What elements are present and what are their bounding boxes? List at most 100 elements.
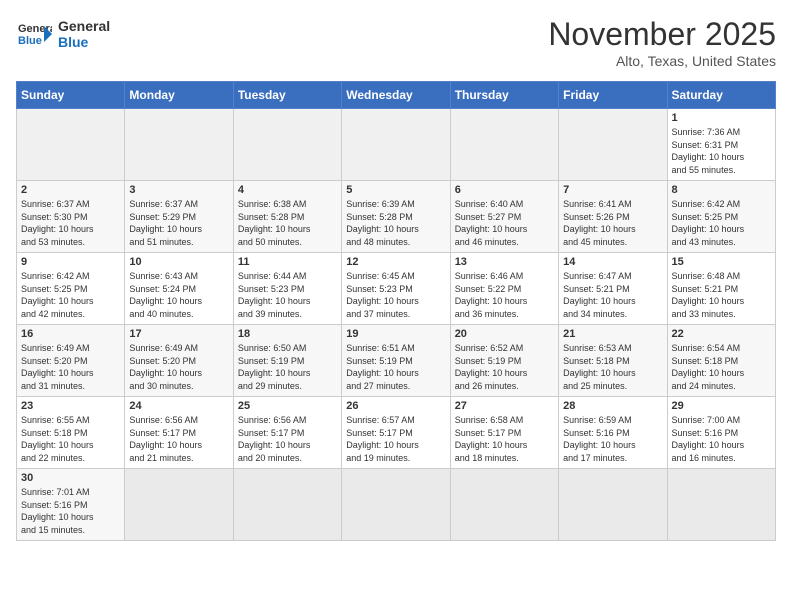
calendar-cell: 17Sunrise: 6:49 AM Sunset: 5:20 PM Dayli… bbox=[125, 325, 233, 397]
calendar-cell bbox=[342, 109, 450, 181]
calendar-cell: 14 Sunrise: 6:47 AM Sunset: 5:21 PM Dayli… bbox=[559, 253, 667, 325]
calendar-table: SundayMondayTuesdayWednesdayThursdayFrid… bbox=[16, 81, 776, 541]
day-info: Sunrise: 6:59 AM Sunset: 5:16 PM Dayligh… bbox=[563, 414, 662, 464]
calendar-cell: 9 Sunrise: 6:42 AM Sunset: 5:25 PM Daylig… bbox=[17, 253, 125, 325]
day-info: Sunrise: 6:43 AM Sunset: 5:24 PM Dayligh… bbox=[129, 270, 228, 320]
day-info: Sunrise: 6:45 AM Sunset: 5:23 PM Dayligh… bbox=[346, 270, 445, 320]
month-title: November 2025 bbox=[548, 16, 776, 53]
calendar-cell bbox=[17, 109, 125, 181]
day-number: 30 bbox=[21, 472, 120, 484]
calendar-cell: 12 Sunrise: 6:45 AM Sunset: 5:23 PM Dayli… bbox=[342, 253, 450, 325]
day-info: Sunrise: 7:36 AM Sunset: 6:31 PM Dayligh… bbox=[672, 126, 771, 176]
day-info: Sunrise: 6:53 AM Sunset: 5:18 PM Dayligh… bbox=[563, 342, 662, 392]
calendar-week-row: 2Sunrise: 6:37 AM Sunset: 5:30 PM Daylig… bbox=[17, 181, 776, 253]
calendar-cell bbox=[342, 469, 450, 541]
day-number: 10 bbox=[129, 256, 228, 268]
calendar-cell bbox=[233, 469, 341, 541]
day-info: Sunrise: 6:50 AM Sunset: 5:19 PM Dayligh… bbox=[238, 342, 337, 392]
day-number: 11 bbox=[238, 256, 337, 268]
calendar-cell bbox=[559, 469, 667, 541]
calendar-cell: 24Sunrise: 6:56 AM Sunset: 5:17 PM Dayli… bbox=[125, 397, 233, 469]
day-number: 28 bbox=[563, 400, 662, 412]
day-info: Sunrise: 6:46 AM Sunset: 5:22 PM Dayligh… bbox=[455, 270, 554, 320]
day-number: 25 bbox=[238, 400, 337, 412]
day-number: 14 bbox=[563, 256, 662, 268]
calendar-week-row: 9 Sunrise: 6:42 AM Sunset: 5:25 PM Daylig… bbox=[17, 253, 776, 325]
weekday-header-row: SundayMondayTuesdayWednesdayThursdayFrid… bbox=[17, 82, 776, 109]
day-number: 26 bbox=[346, 400, 445, 412]
weekday-header-sunday: Sunday bbox=[17, 82, 125, 109]
day-info: Sunrise: 6:44 AM Sunset: 5:23 PM Dayligh… bbox=[238, 270, 337, 320]
calendar-cell: 1 Sunrise: 7:36 AM Sunset: 6:31 PM Daylig… bbox=[667, 109, 775, 181]
calendar-cell: 18 Sunrise: 6:50 AM Sunset: 5:19 PM Dayli… bbox=[233, 325, 341, 397]
logo: General Blue General Blue bbox=[16, 16, 110, 52]
calendar-cell: 20Sunrise: 6:52 AM Sunset: 5:19 PM Dayli… bbox=[450, 325, 558, 397]
logo-general: General bbox=[58, 18, 110, 34]
day-info: Sunrise: 6:49 AM Sunset: 5:20 PM Dayligh… bbox=[129, 342, 228, 392]
day-number: 8 bbox=[672, 184, 771, 196]
logo-icon: General Blue bbox=[16, 16, 52, 52]
day-info: Sunrise: 6:42 AM Sunset: 5:25 PM Dayligh… bbox=[21, 270, 120, 320]
day-number: 13 bbox=[455, 256, 554, 268]
calendar-cell: 19 Sunrise: 6:51 AM Sunset: 5:19 PM Dayli… bbox=[342, 325, 450, 397]
calendar-cell bbox=[559, 109, 667, 181]
calendar-cell: 6 Sunrise: 6:40 AM Sunset: 5:27 PM Daylig… bbox=[450, 181, 558, 253]
day-info: Sunrise: 6:48 AM Sunset: 5:21 PM Dayligh… bbox=[672, 270, 771, 320]
day-info: Sunrise: 6:42 AM Sunset: 5:25 PM Dayligh… bbox=[672, 198, 771, 248]
calendar-cell: 3Sunrise: 6:37 AM Sunset: 5:29 PM Daylig… bbox=[125, 181, 233, 253]
day-info: Sunrise: 6:49 AM Sunset: 5:20 PM Dayligh… bbox=[21, 342, 120, 392]
calendar-week-row: 30Sunrise: 7:01 AM Sunset: 5:16 PM Dayli… bbox=[17, 469, 776, 541]
day-number: 29 bbox=[672, 400, 771, 412]
logo-blue: Blue bbox=[58, 34, 110, 50]
day-info: Sunrise: 6:52 AM Sunset: 5:19 PM Dayligh… bbox=[455, 342, 554, 392]
day-number: 19 bbox=[346, 328, 445, 340]
day-info: Sunrise: 6:56 AM Sunset: 5:17 PM Dayligh… bbox=[129, 414, 228, 464]
day-number: 1 bbox=[672, 112, 771, 124]
calendar-cell: 30Sunrise: 7:01 AM Sunset: 5:16 PM Dayli… bbox=[17, 469, 125, 541]
day-number: 9 bbox=[21, 256, 120, 268]
calendar-cell: 11 Sunrise: 6:44 AM Sunset: 5:23 PM Dayli… bbox=[233, 253, 341, 325]
day-info: Sunrise: 6:55 AM Sunset: 5:18 PM Dayligh… bbox=[21, 414, 120, 464]
weekday-header-wednesday: Wednesday bbox=[342, 82, 450, 109]
day-info: Sunrise: 6:57 AM Sunset: 5:17 PM Dayligh… bbox=[346, 414, 445, 464]
day-number: 7 bbox=[563, 184, 662, 196]
calendar-cell: 28 Sunrise: 6:59 AM Sunset: 5:16 PM Dayli… bbox=[559, 397, 667, 469]
day-number: 3 bbox=[129, 184, 228, 196]
day-info: Sunrise: 6:40 AM Sunset: 5:27 PM Dayligh… bbox=[455, 198, 554, 248]
calendar-cell: 7Sunrise: 6:41 AM Sunset: 5:26 PM Daylig… bbox=[559, 181, 667, 253]
calendar-cell: 26 Sunrise: 6:57 AM Sunset: 5:17 PM Dayli… bbox=[342, 397, 450, 469]
day-number: 21 bbox=[563, 328, 662, 340]
day-number: 18 bbox=[238, 328, 337, 340]
day-info: Sunrise: 6:39 AM Sunset: 5:28 PM Dayligh… bbox=[346, 198, 445, 248]
calendar-cell: 13 Sunrise: 6:46 AM Sunset: 5:22 PM Dayli… bbox=[450, 253, 558, 325]
weekday-header-saturday: Saturday bbox=[667, 82, 775, 109]
calendar-cell: 16 Sunrise: 6:49 AM Sunset: 5:20 PM Dayli… bbox=[17, 325, 125, 397]
calendar-cell: 2Sunrise: 6:37 AM Sunset: 5:30 PM Daylig… bbox=[17, 181, 125, 253]
calendar-cell: 15 Sunrise: 6:48 AM Sunset: 5:21 PM Dayli… bbox=[667, 253, 775, 325]
day-info: Sunrise: 6:54 AM Sunset: 5:18 PM Dayligh… bbox=[672, 342, 771, 392]
weekday-header-thursday: Thursday bbox=[450, 82, 558, 109]
day-number: 22 bbox=[672, 328, 771, 340]
svg-text:Blue: Blue bbox=[18, 35, 42, 47]
calendar-cell: 25Sunrise: 6:56 AM Sunset: 5:17 PM Dayli… bbox=[233, 397, 341, 469]
weekday-header-tuesday: Tuesday bbox=[233, 82, 341, 109]
location: Alto, Texas, United States bbox=[548, 53, 776, 69]
day-info: Sunrise: 6:51 AM Sunset: 5:19 PM Dayligh… bbox=[346, 342, 445, 392]
day-number: 5 bbox=[346, 184, 445, 196]
day-number: 16 bbox=[21, 328, 120, 340]
calendar-cell bbox=[667, 469, 775, 541]
calendar-cell bbox=[450, 109, 558, 181]
day-info: Sunrise: 6:37 AM Sunset: 5:30 PM Dayligh… bbox=[21, 198, 120, 248]
day-info: Sunrise: 6:47 AM Sunset: 5:21 PM Dayligh… bbox=[563, 270, 662, 320]
day-number: 15 bbox=[672, 256, 771, 268]
calendar-cell: 27Sunrise: 6:58 AM Sunset: 5:17 PM Dayli… bbox=[450, 397, 558, 469]
weekday-header-monday: Monday bbox=[125, 82, 233, 109]
day-number: 6 bbox=[455, 184, 554, 196]
calendar-cell: 22 Sunrise: 6:54 AM Sunset: 5:18 PM Dayli… bbox=[667, 325, 775, 397]
calendar-cell: 10 Sunrise: 6:43 AM Sunset: 5:24 PM Dayli… bbox=[125, 253, 233, 325]
calendar-cell bbox=[233, 109, 341, 181]
day-number: 12 bbox=[346, 256, 445, 268]
calendar-cell: 29Sunrise: 7:00 AM Sunset: 5:16 PM Dayli… bbox=[667, 397, 775, 469]
calendar-week-row: 16 Sunrise: 6:49 AM Sunset: 5:20 PM Dayli… bbox=[17, 325, 776, 397]
day-info: Sunrise: 6:38 AM Sunset: 5:28 PM Dayligh… bbox=[238, 198, 337, 248]
